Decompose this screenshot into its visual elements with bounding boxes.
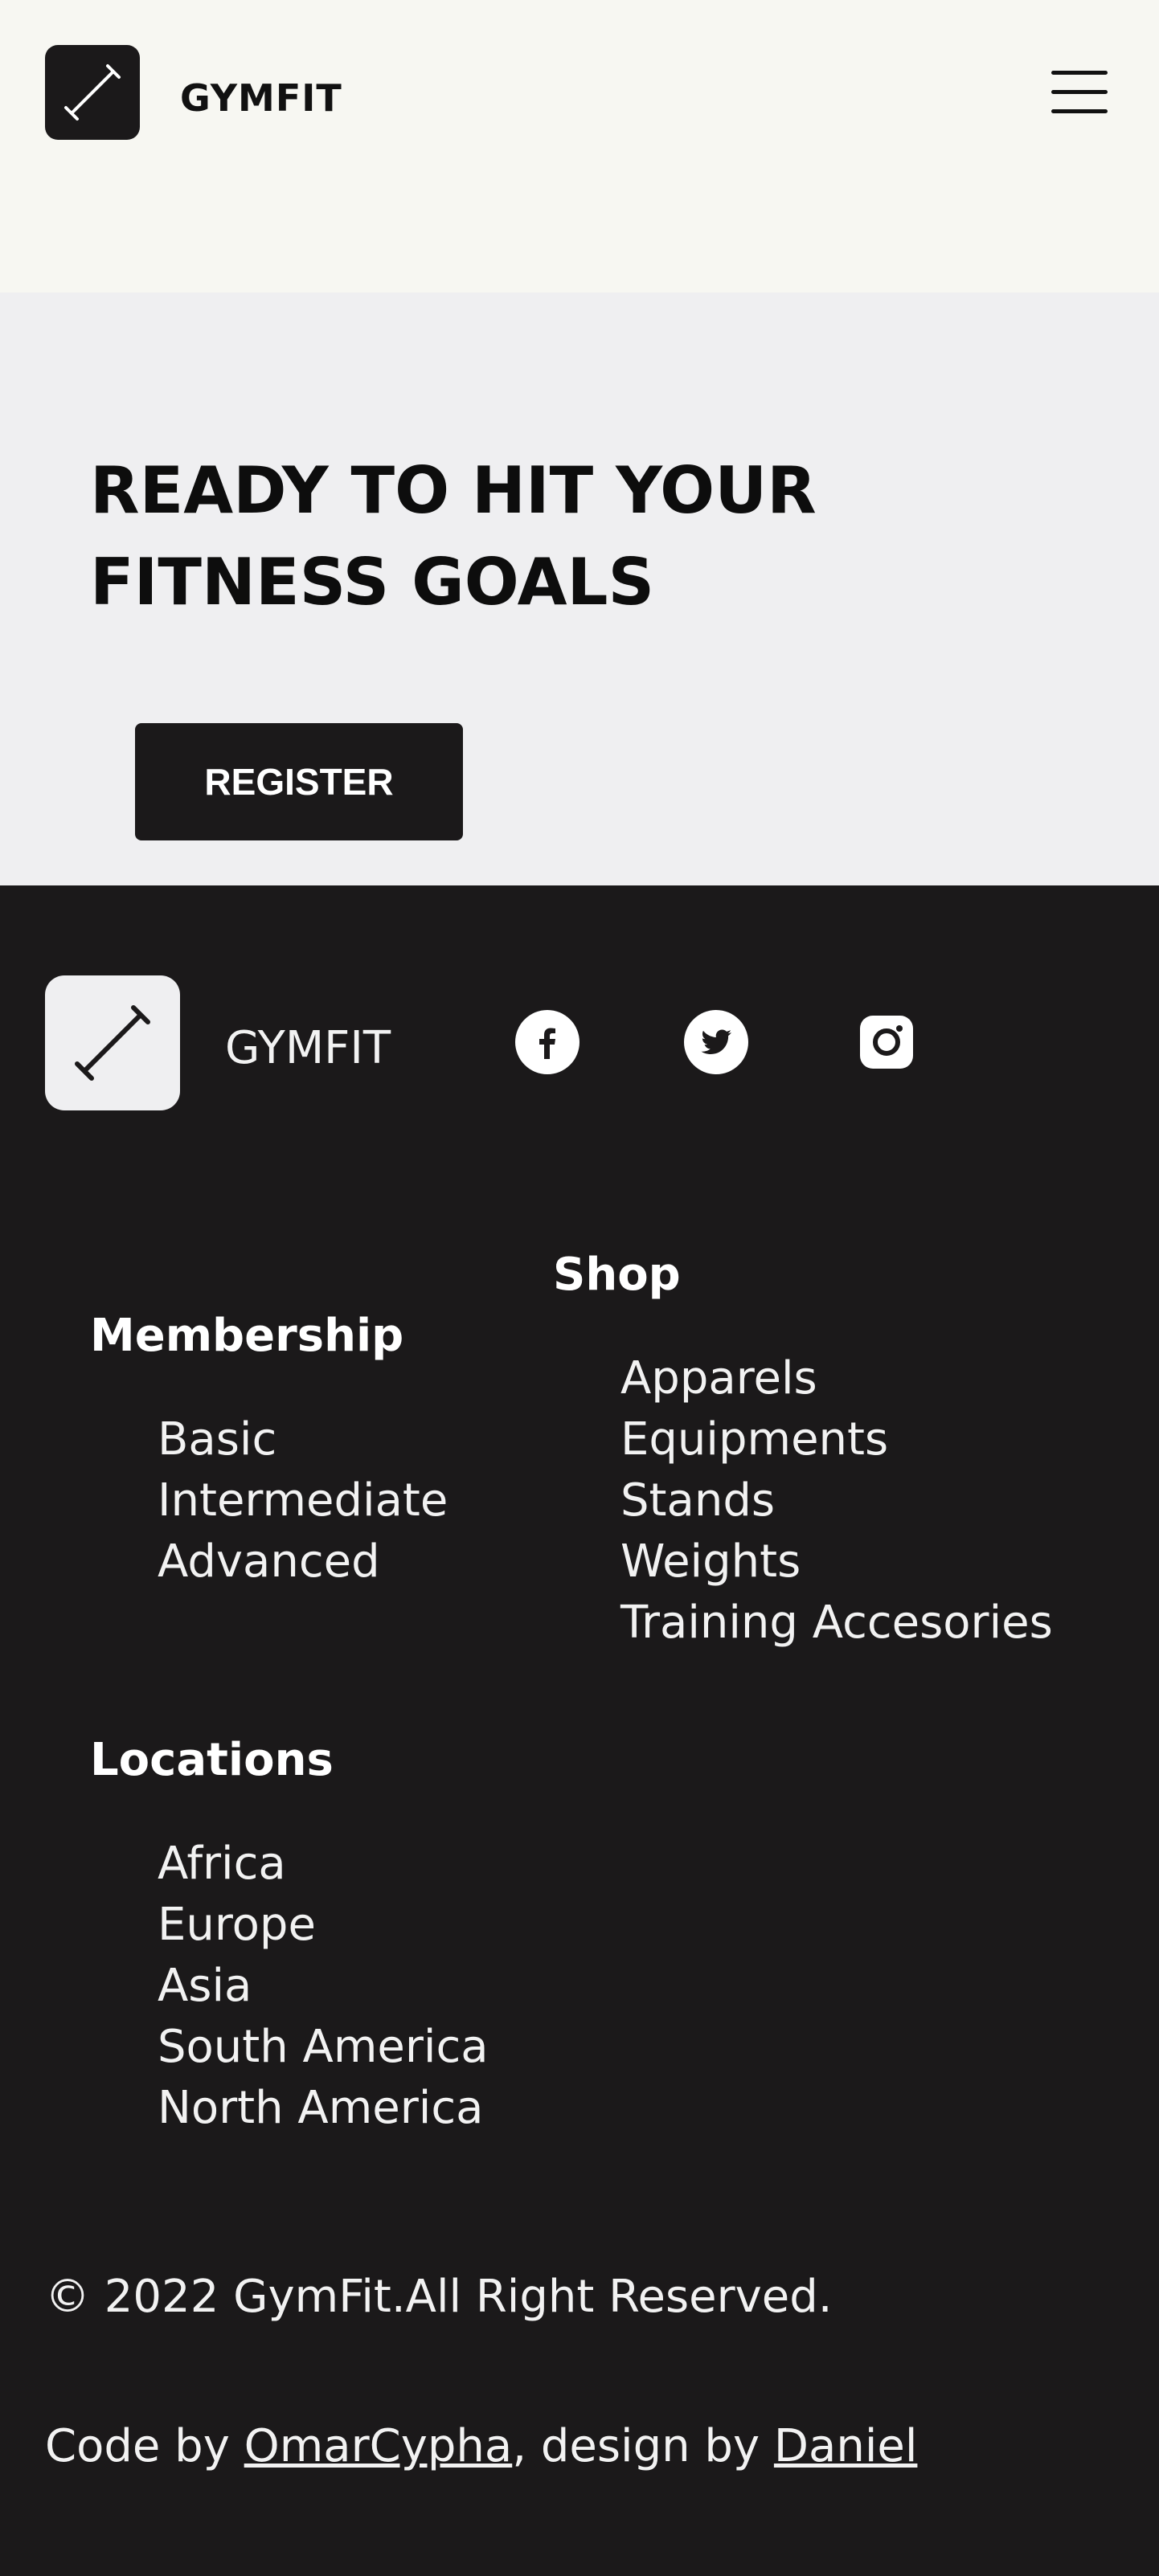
location-south-america-link[interactable]: South America [158, 2017, 489, 2078]
footer-logo[interactable] [45, 975, 180, 1110]
brand-name[interactable]: GYMFIT [180, 76, 342, 120]
shop-apparels-link[interactable]: Apparels [620, 1348, 1053, 1409]
shop-training-accessories-link[interactable]: Training Accesories [620, 1593, 1053, 1654]
shop-list: Apparels Equipments Stands Weights Train… [620, 1348, 1053, 1654]
twitter-link[interactable] [683, 1009, 749, 1075]
shop-title: Shop [553, 1249, 681, 1301]
location-europe-link[interactable]: Europe [158, 1895, 489, 1956]
shop-weights-link[interactable]: Weights [620, 1531, 1053, 1593]
instagram-link[interactable] [854, 1009, 919, 1075]
shop-equipments-link[interactable]: Equipments [620, 1409, 1053, 1470]
site-header: GYMFIT [0, 0, 1159, 292]
hamburger-menu-icon[interactable] [1051, 71, 1108, 113]
dumbbell-icon [64, 64, 121, 121]
facebook-icon [515, 1010, 580, 1074]
shop-stands-link[interactable]: Stands [620, 1470, 1053, 1531]
credits-prefix: Code by [45, 2420, 244, 2472]
membership-title: Membership [90, 1310, 404, 1362]
hero-title: READY TO HIT YOUR FITNESS GOALS [90, 453, 817, 619]
membership-basic-link[interactable]: Basic [158, 1409, 448, 1470]
membership-advanced-link[interactable]: Advanced [158, 1531, 448, 1593]
locations-title: Locations [90, 1734, 334, 1786]
footer-brand-name: GYMFIT [225, 1022, 391, 1074]
location-africa-link[interactable]: Africa [158, 1834, 489, 1895]
logo[interactable] [45, 45, 140, 140]
hero-section: READY TO HIT YOUR FITNESS GOALS REGISTER [0, 292, 1159, 885]
copyright-text: © 2022 GymFit.All Right Reserved. [45, 2271, 833, 2323]
location-asia-link[interactable]: Asia [158, 1956, 489, 2017]
credits-line: Code by OmarCypha, design by Daniel [45, 2420, 917, 2472]
coder-link[interactable]: OmarCypha [244, 2420, 513, 2472]
site-footer: GYMFIT Membership Basic Intermediate Adv… [0, 885, 1159, 2576]
register-button[interactable]: REGISTER [135, 723, 463, 840]
credits-middle: , design by [512, 2420, 774, 2472]
designer-link[interactable]: Daniel [774, 2420, 918, 2472]
facebook-link[interactable] [514, 1009, 580, 1075]
membership-list: Basic Intermediate Advanced [158, 1409, 448, 1593]
instagram-icon [860, 1016, 913, 1069]
locations-list: Africa Europe Asia South America North A… [158, 1834, 489, 2139]
twitter-icon [684, 1010, 748, 1074]
dumbbell-icon [75, 1005, 150, 1081]
location-north-america-link[interactable]: North America [158, 2078, 489, 2139]
membership-intermediate-link[interactable]: Intermediate [158, 1470, 448, 1531]
